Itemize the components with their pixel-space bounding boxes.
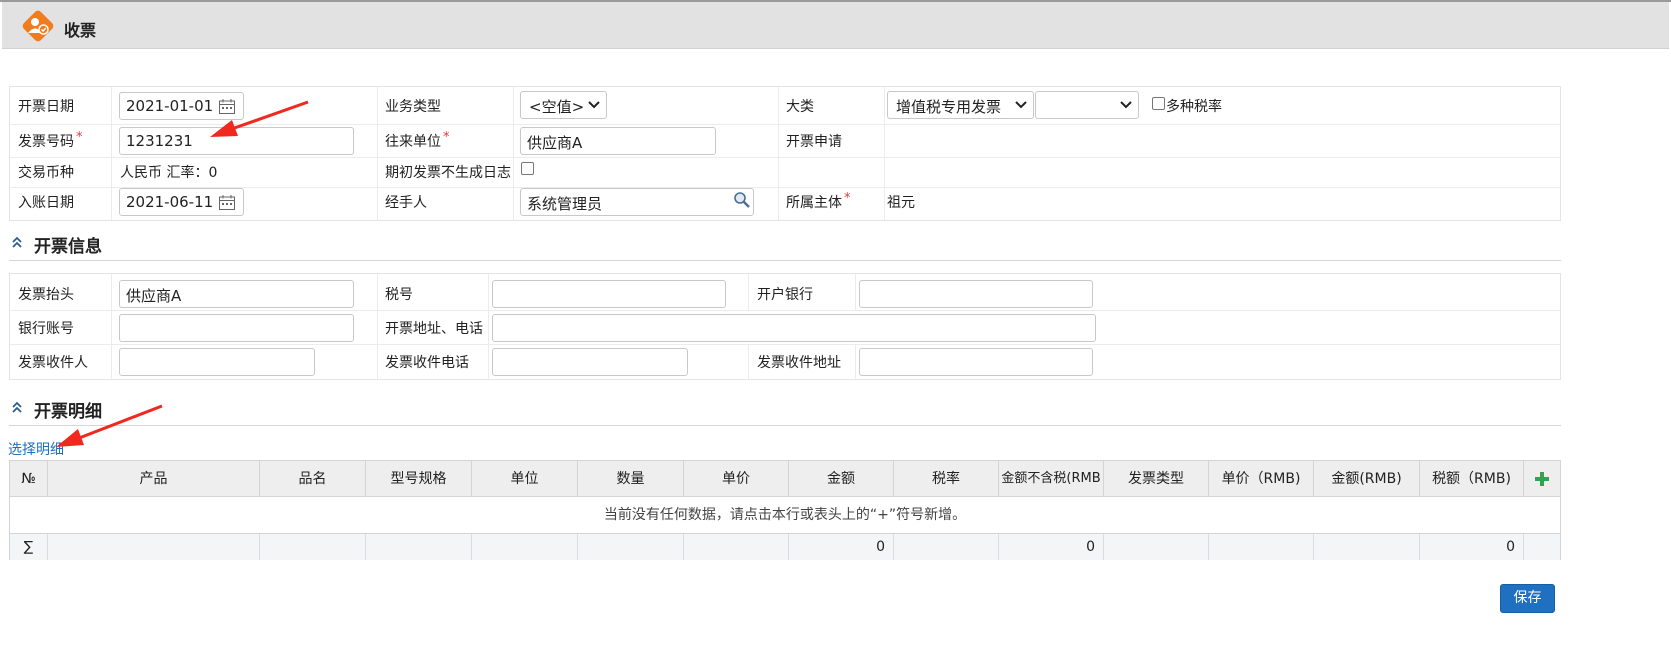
sum-amount: 0 (789, 534, 894, 560)
add-row-cell[interactable] (1524, 461, 1560, 497)
save-button[interactable]: 保存 (1500, 584, 1555, 613)
business-type-label: 业务类型 (385, 99, 441, 115)
sum-row: ∑ 0 0 0 (10, 534, 1560, 560)
column-header[interactable]: 税额（RMB) (1420, 461, 1524, 497)
column-header[interactable]: 单位 (472, 461, 578, 497)
invoice-request-label: 开票申请 (786, 134, 842, 150)
chevron-down-icon (588, 101, 600, 109)
sum-tax-rmb: 0 (1420, 534, 1524, 560)
category-sub-select[interactable] (1035, 91, 1139, 119)
account-label: 银行账号 (18, 321, 74, 337)
annotation-arrow (56, 404, 163, 447)
partner-value: 供应商A (527, 134, 583, 152)
business-type-value: <空值> (529, 98, 585, 116)
account-field[interactable] (119, 314, 354, 342)
recipient-address-field[interactable] (859, 348, 1093, 376)
column-header[interactable]: 单价（RMB) (1209, 461, 1314, 497)
no-log-checkbox[interactable] (521, 162, 534, 175)
column-header[interactable]: 数量 (578, 461, 684, 497)
column-header[interactable]: 发票类型 (1104, 461, 1209, 497)
search-icon[interactable] (733, 191, 751, 209)
multi-tax-label: 多种税率 (1166, 99, 1222, 115)
calendar-icon[interactable] (219, 195, 235, 210)
title-bar: 收票 (2, 2, 1669, 49)
entity-label: 所属主体 * (786, 191, 851, 211)
currency-value: 人民币 汇率：0 (120, 165, 218, 181)
address-phone-field[interactable] (492, 314, 1096, 342)
category-value: 增值税专用发票 (896, 98, 1002, 116)
category-label: 大类 (786, 99, 814, 115)
category-select[interactable]: 增值税专用发票 (887, 91, 1034, 119)
column-header[interactable]: 金额 (789, 461, 894, 497)
empty-row[interactable]: 当前没有任何数据，请点击本行或表头上的“+”符号新增。 (10, 497, 1560, 534)
invoice-no-value: 1231231 (126, 132, 193, 150)
business-type-select[interactable]: <空值> (520, 91, 607, 119)
column-header[interactable]: 单价 (684, 461, 789, 497)
recipient-address-label: 发票收件地址 (757, 355, 841, 371)
bank-field[interactable] (859, 280, 1093, 308)
address-phone-label: 开票地址、电话 (385, 321, 483, 337)
posting-date-field[interactable]: 2021-06-11 (119, 188, 244, 216)
section-divider (9, 425, 1561, 426)
plus-icon[interactable] (1535, 472, 1549, 486)
recipient-phone-field[interactable] (492, 348, 688, 376)
invoice-date-label: 开票日期 (18, 99, 74, 115)
column-header[interactable]: 税率 (894, 461, 999, 497)
required-mark: * (443, 130, 450, 145)
column-header[interactable]: 型号规格 (366, 461, 472, 497)
title-label: 发票抬头 (18, 287, 74, 303)
sum-symbol: ∑ (10, 534, 48, 560)
invoice-info-title: 开票信息 (34, 237, 102, 257)
column-header[interactable]: 产品 (48, 461, 260, 497)
details-table: № 产品 品名 型号规格 单位 数量 单价 金额 税率 金额不含税(RMB 发票… (9, 460, 1561, 560)
posting-date-label: 入账日期 (18, 195, 74, 211)
collapse-icon[interactable] (11, 400, 23, 414)
section-divider (9, 260, 1561, 261)
handler-value: 系统管理员 (527, 195, 603, 213)
no-log-label: 期初发票不生成日志 (385, 165, 511, 181)
table-header: № 产品 品名 型号规格 单位 数量 单价 金额 税率 金额不含税(RMB 发票… (10, 461, 1560, 497)
tax-no-label: 税号 (385, 287, 413, 303)
currency-label: 交易币种 (18, 165, 74, 181)
chevron-down-icon (1015, 101, 1027, 109)
column-header[interactable]: № (10, 461, 48, 497)
handler-label: 经手人 (385, 195, 427, 211)
recipient-field[interactable] (119, 348, 315, 376)
column-header[interactable]: 金额(RMB) (1314, 461, 1420, 497)
column-header[interactable]: 品名 (260, 461, 366, 497)
required-mark: * (76, 130, 83, 145)
collapse-icon[interactable] (11, 235, 23, 249)
title-value: 供应商A (126, 287, 182, 305)
recipient-label: 发票收件人 (18, 355, 88, 371)
handler-field[interactable]: 系统管理员 (520, 188, 754, 216)
entity-value: 祖元 (887, 195, 915, 211)
multi-tax-checkbox[interactable] (1152, 97, 1165, 110)
partner-label: 往来单位 * (385, 130, 450, 150)
tax-no-field[interactable] (492, 280, 726, 308)
partner-field[interactable]: 供应商A (520, 127, 716, 155)
annotation-arrow (210, 100, 309, 137)
bank-label: 开户银行 (757, 287, 813, 303)
page-title: 收票 (64, 21, 97, 40)
chevron-down-icon (1120, 101, 1132, 109)
sum-amount-ex-tax: 0 (999, 534, 1104, 560)
invoice-app-icon (22, 10, 54, 42)
column-header[interactable]: 金额不含税(RMB (999, 461, 1104, 497)
title-field[interactable]: 供应商A (119, 280, 354, 308)
recipient-phone-label: 发票收件电话 (385, 355, 469, 371)
required-mark: * (844, 191, 851, 206)
invoice-no-label: 发票号码 * (18, 130, 83, 150)
posting-date-value: 2021-06-11 (126, 193, 214, 211)
